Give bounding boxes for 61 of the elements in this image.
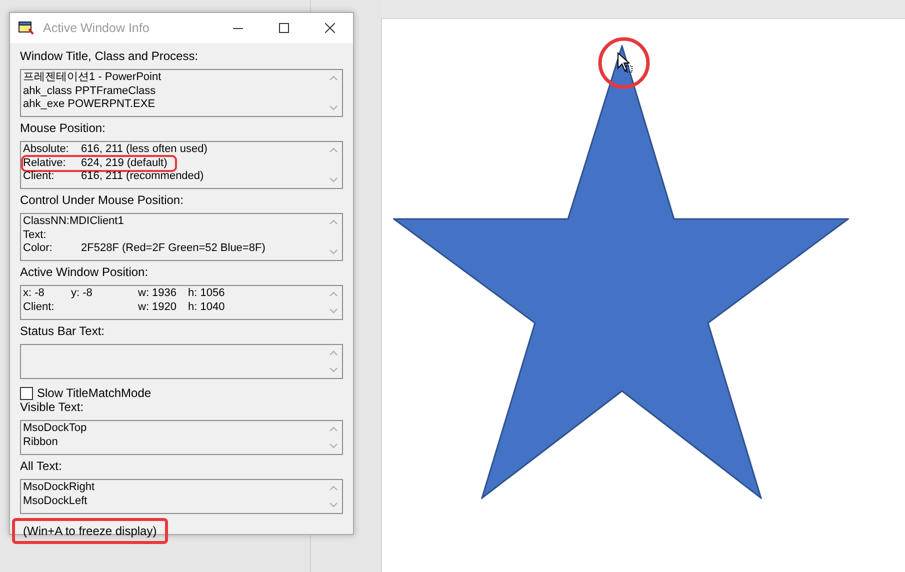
text-line: 616, 211 (less often used) — [81, 143, 208, 156]
text-line: h: 1040 — [188, 300, 226, 314]
window-app-icon — [18, 20, 34, 36]
section-label: Window Title, Class and Process: — [20, 49, 200, 63]
scroll-up-icon[interactable] — [329, 426, 338, 432]
text-line: 616, 211 (recommended) — [81, 170, 205, 184]
scroll-up-icon[interactable] — [329, 350, 338, 356]
section-label: Status Bar Text: — [20, 324, 106, 338]
text-box[interactable]: MsoDockTop Ribbon — [20, 420, 343, 455]
text-line: 624, 219 (default) — [81, 156, 168, 170]
text-line: Client: — [23, 170, 56, 184]
text-line: ClassNN:MDIClient1 — [23, 215, 125, 228]
scroll-up-icon[interactable] — [329, 485, 338, 491]
text-line: MsoDockLeft — [23, 494, 88, 508]
text-box[interactable]: x: -8 y: -8 w: 1936 h: 1056 Client: w: 1920 h: 1040 — [20, 285, 343, 320]
text-line: w: 1920 — [138, 300, 178, 314]
scroll-down-icon[interactable] — [329, 367, 338, 373]
text-line: w: 1936 — [138, 287, 178, 300]
text-line: Text: — [23, 228, 48, 242]
section-label: All Text: — [20, 459, 63, 473]
text-box[interactable] — [20, 344, 343, 379]
text-line: MsoDockTop — [23, 422, 88, 436]
text-line: MsoDockRight — [23, 481, 96, 494]
close-icon — [325, 23, 335, 33]
text-line: x: -8 — [23, 287, 46, 300]
highlight-circle — [597, 36, 651, 90]
scroll-down-icon[interactable] — [329, 502, 338, 508]
text-box[interactable]: MsoDockRight MsoDockLeft — [20, 479, 343, 514]
checkbox[interactable] — [20, 386, 33, 400]
checkbox-label: Slow TitleMatchMode — [37, 386, 152, 400]
scroll-up-icon[interactable] — [329, 219, 338, 225]
text-box[interactable]: 프레젠테이션1 - PowerPoint ahk_class PPTFrameClass ahk_exe POWERPNT.EXE — [20, 69, 343, 117]
text-line: Ribbon — [23, 436, 59, 449]
text-line: Color: — [23, 242, 54, 256]
text-line: 2F528F (Red=2F Green=52 Blue=8F) — [81, 242, 266, 256]
scroll-up-icon[interactable] — [329, 147, 338, 153]
scroll-up-icon[interactable] — [329, 75, 338, 81]
section-label: Active Window Position: — [20, 265, 150, 279]
scroll-down-icon[interactable] — [329, 177, 338, 183]
text-line: ahk_exe POWERPNT.EXE — [23, 98, 156, 112]
freeze-hint: (Win+A to freeze display) — [12, 518, 168, 544]
scroll-up-icon[interactable] — [329, 291, 338, 297]
section-label: Mouse Position: — [20, 121, 106, 135]
text-line: 프레젠테이션1 - PowerPoint — [23, 71, 162, 84]
scroll-down-icon[interactable] — [329, 308, 338, 314]
scroll-down-icon[interactable] — [329, 443, 338, 449]
section-label: Control Under Mouse Position: — [20, 193, 184, 207]
text-box[interactable]: ClassNN:MDIClient1 Text: Color: 2F528F (Red=2F Green=52 Blue=8F) — [20, 213, 343, 261]
text-line: Client: — [23, 300, 56, 314]
maximize-icon — [279, 23, 289, 33]
text-line: y: -8 — [71, 287, 94, 300]
text-box[interactable]: Absolute: 616, 211 (less often used) Relative: 624, 219 (default) Client: 616, 211 (recommended) — [20, 141, 343, 189]
scroll-down-icon[interactable] — [329, 249, 338, 255]
text-line: Absolute: — [23, 143, 70, 156]
text-line: h: 1056 — [188, 287, 226, 300]
section-label: Visible Text: — [20, 400, 85, 414]
window-title: Active Window Info — [43, 21, 150, 35]
text-line: Relative: — [23, 156, 67, 170]
text-line: ahk_class PPTFrameClass — [23, 84, 157, 98]
scroll-down-icon[interactable] — [329, 105, 338, 111]
mouse-pointer-icon — [617, 52, 633, 74]
